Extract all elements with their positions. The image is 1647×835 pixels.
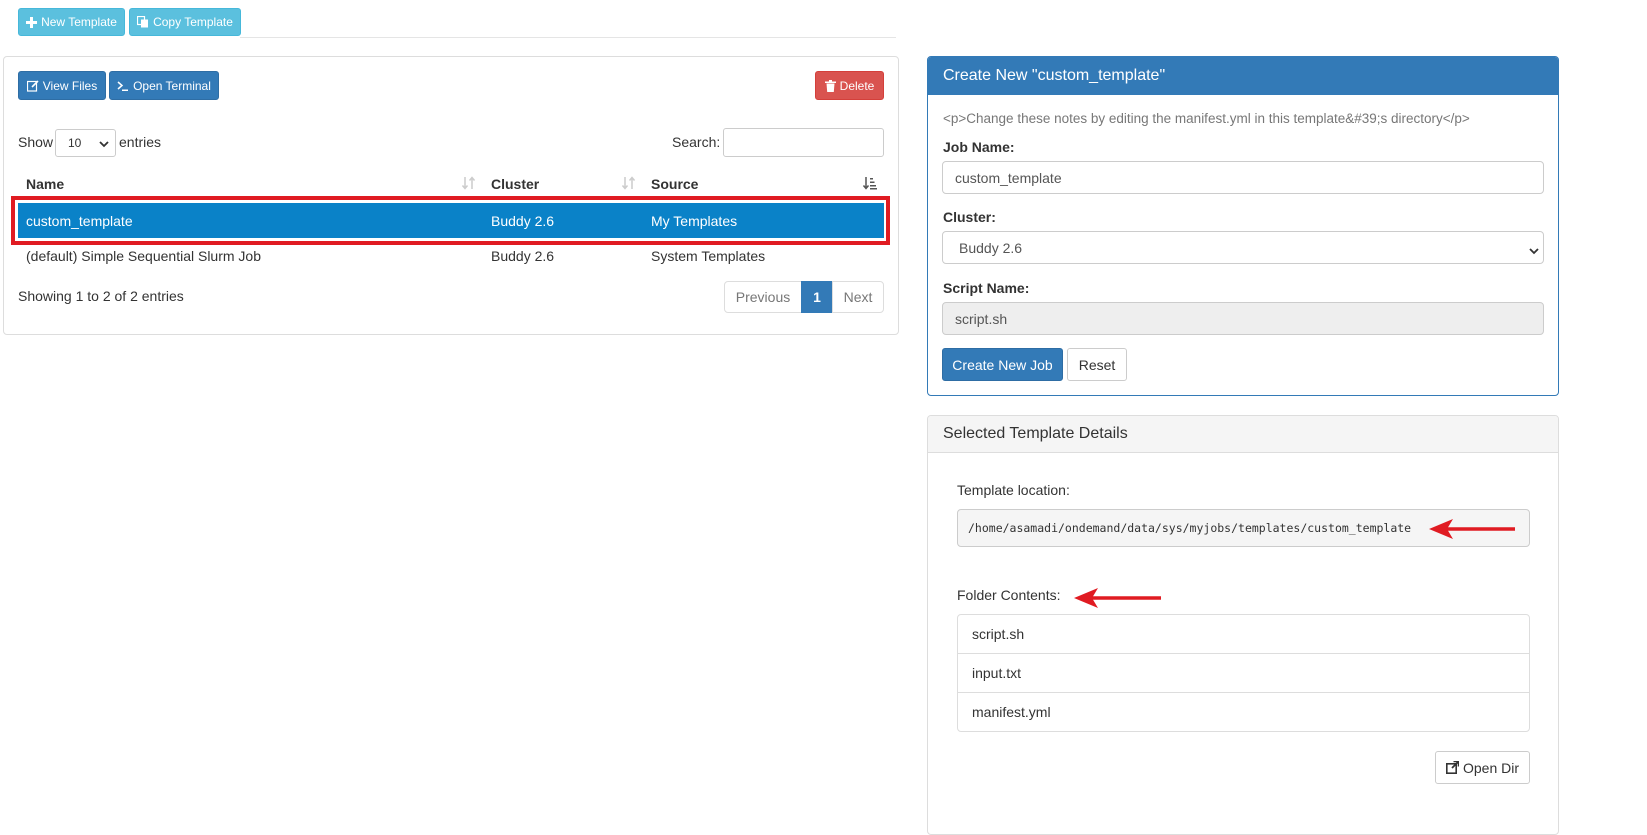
new-template-label: New Template <box>41 15 117 29</box>
pagination-previous[interactable]: Previous <box>724 281 802 313</box>
pagination-page-1[interactable]: 1 <box>801 281 833 313</box>
arrow-left-icon <box>1427 517 1517 544</box>
column-header-source[interactable]: Source <box>651 176 698 192</box>
create-panel-title: Create New "custom_template" <box>928 57 1558 95</box>
pagination-next[interactable]: Next <box>832 281 884 313</box>
entries-value: 10 <box>68 136 82 150</box>
view-files-label: View Files <box>42 78 98 93</box>
row-source: System Templates <box>651 248 766 264</box>
folder-item[interactable]: input.txt <box>957 653 1530 693</box>
create-job-panel: Create New "custom_template" <box>927 56 1559 396</box>
sort-alpha-icon <box>862 176 877 193</box>
show-label: Show <box>18 134 54 150</box>
job-name-input[interactable]: custom_template <box>942 161 1544 194</box>
script-name-label: Script Name: <box>943 280 1030 296</box>
script-name-input[interactable]: script.sh <box>942 302 1544 335</box>
template-notes: <p>Change these notes by editing the man… <box>943 111 1470 126</box>
view-files-button[interactable]: View Files <box>18 71 106 100</box>
entries-label: entries <box>119 134 162 150</box>
row-cluster: Buddy 2.6 <box>491 248 555 264</box>
cluster-label: Cluster: <box>943 209 996 225</box>
open-terminal-label: Open Terminal <box>133 78 211 93</box>
row-name: (default) Simple Sequential Slurm Job <box>26 248 262 264</box>
template-location-label: Template location: <box>957 482 1070 498</box>
copy-template-button[interactable]: Copy Template <box>129 8 241 36</box>
sort-icon <box>461 176 476 193</box>
job-name-label: Job Name: <box>943 139 1015 155</box>
cluster-select-value: Buddy 2.6 <box>959 239 1023 256</box>
plus-icon <box>26 16 38 28</box>
edit-icon <box>26 79 39 92</box>
toolbar-divider <box>240 37 896 38</box>
copy-icon <box>137 16 149 28</box>
cluster-select[interactable]: Buddy 2.6 <box>942 231 1544 264</box>
highlight-annotation-box <box>11 196 890 245</box>
copy-template-label: Copy Template <box>153 15 233 29</box>
search-label: Search: <box>672 134 721 150</box>
delete-button[interactable]: Delete <box>815 71 884 100</box>
chevron-down-icon <box>99 138 109 152</box>
trash-icon <box>824 79 836 92</box>
open-dir-button[interactable]: Open Dir <box>1435 751 1530 784</box>
open-dir-label: Open Dir <box>1462 759 1520 776</box>
search-input[interactable] <box>723 128 884 157</box>
column-header-cluster[interactable]: Cluster <box>491 176 539 192</box>
folder-item[interactable]: script.sh <box>957 614 1530 654</box>
chevron-down-icon <box>1529 243 1539 259</box>
folder-contents-label: Folder Contents: <box>957 587 1061 603</box>
new-template-button[interactable]: New Template <box>18 8 125 36</box>
details-panel-title: Selected Template Details <box>928 416 1558 453</box>
reset-button[interactable]: Reset <box>1067 348 1127 381</box>
column-header-name[interactable]: Name <box>26 176 64 192</box>
terminal-icon <box>117 80 129 92</box>
open-terminal-button[interactable]: Open Terminal <box>109 71 219 100</box>
arrow-left-icon <box>1072 586 1162 613</box>
entries-select[interactable]: 10 <box>55 129 116 157</box>
template-location-value: /home/asamadi/ondemand/data/sys/myjobs/t… <box>968 521 1412 535</box>
folder-item[interactable]: manifest.yml <box>957 692 1530 732</box>
create-new-job-button[interactable]: Create New Job <box>942 348 1063 381</box>
sort-icon <box>621 176 636 193</box>
external-link-icon <box>1445 761 1459 774</box>
table-info: Showing 1 to 2 of 2 entries <box>18 288 184 304</box>
delete-label: Delete <box>839 78 875 93</box>
